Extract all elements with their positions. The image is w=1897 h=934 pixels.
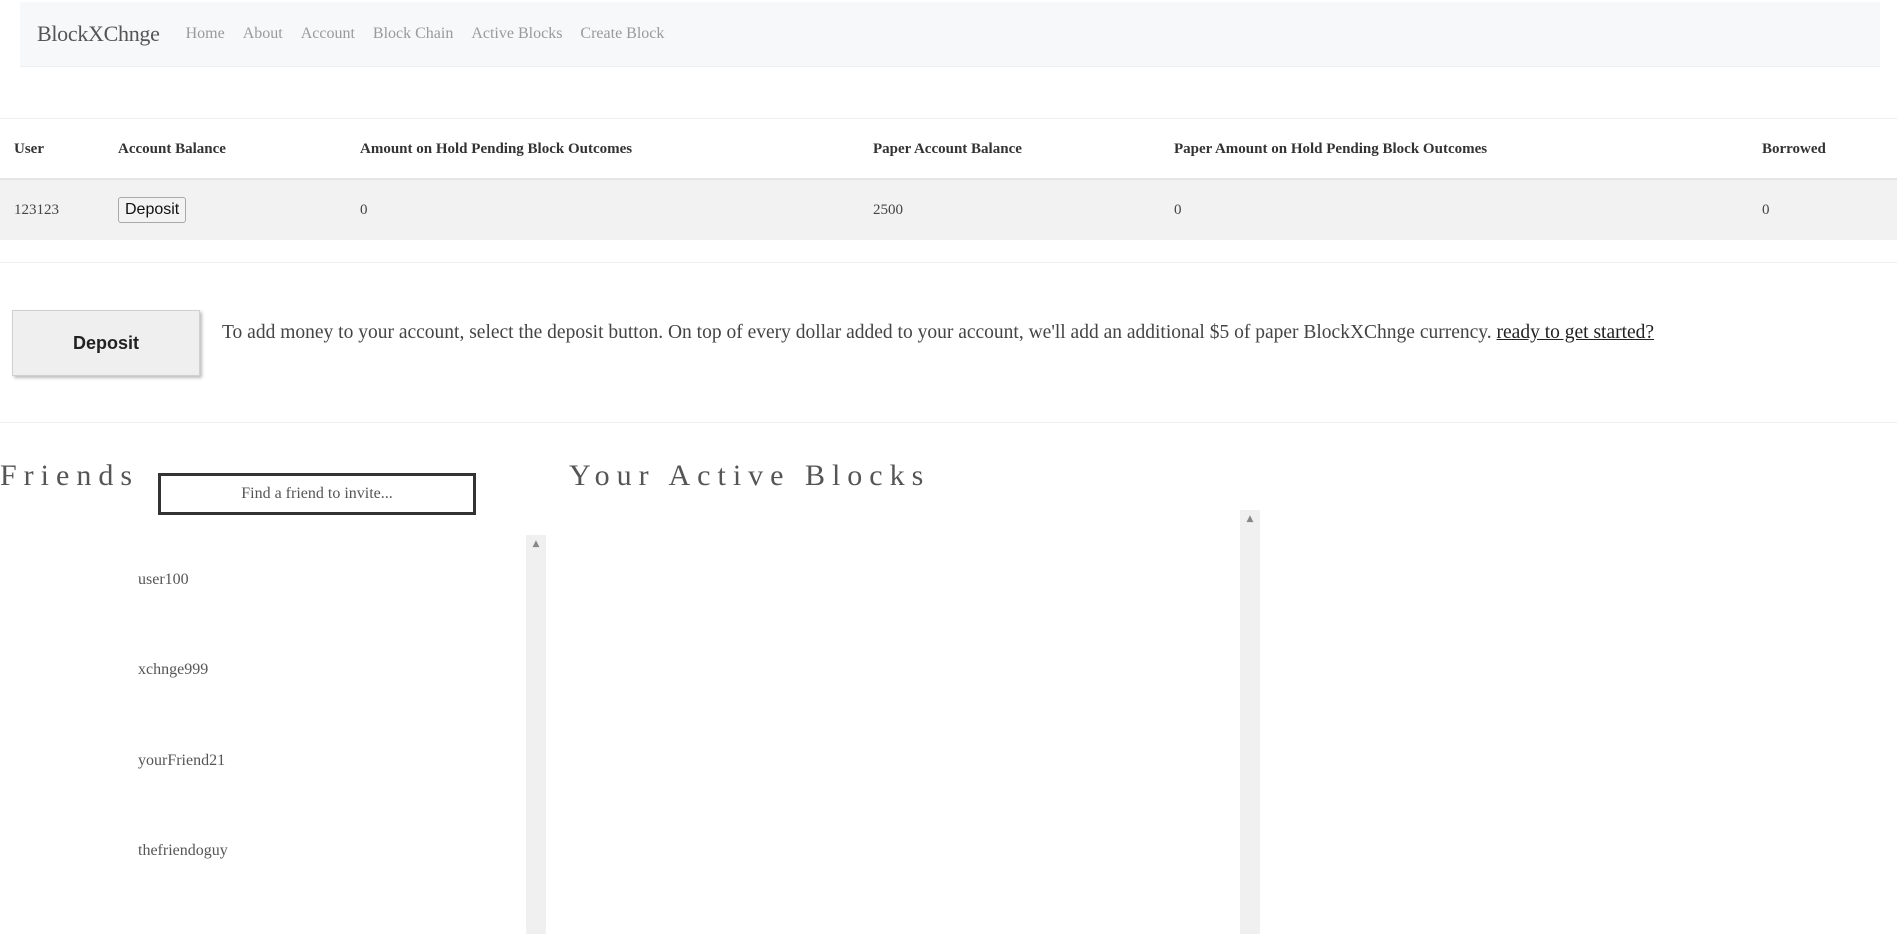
- brand-logo[interactable]: BlockXChnge: [37, 21, 160, 47]
- friends-title: Friends: [0, 459, 139, 492]
- header-amount-on-hold: Amount on Hold Pending Block Outcomes: [360, 140, 633, 157]
- friends-list: user100 xchnge999 yourFriend21 thefriend…: [0, 535, 546, 934]
- deposit-description: To add money to your account, select the…: [222, 322, 1654, 344]
- table-header-row: User Account Balance Amount on Hold Pend…: [0, 120, 1897, 179]
- cell-borrowed: 0: [1762, 178, 1897, 240]
- friends-scrollbar[interactable]: ▲: [526, 535, 546, 934]
- header-paper-balance: Paper Account Balance: [873, 140, 1022, 157]
- nav-link-about[interactable]: About: [243, 25, 283, 43]
- active-blocks-panel: ▲: [560, 510, 1260, 934]
- header-account-balance: Account Balance: [118, 140, 226, 157]
- nav-link-home[interactable]: Home: [186, 25, 225, 43]
- friend-item[interactable]: user100: [138, 571, 189, 589]
- nav-link-account[interactable]: Account: [301, 25, 355, 43]
- cell-paper-balance: 2500: [873, 178, 1174, 240]
- divider: [0, 262, 1897, 263]
- active-blocks-title: Your Active Blocks: [569, 459, 931, 492]
- scroll-up-arrow-icon[interactable]: ▲: [1240, 514, 1260, 524]
- cell-user: 123123: [0, 178, 118, 240]
- header-paper-on-hold: Paper Amount on Hold Pending Block Outco…: [1174, 140, 1488, 157]
- divider: [0, 422, 1897, 423]
- cell-amount-on-hold: 0: [360, 178, 873, 240]
- nav-link-create-block[interactable]: Create Block: [580, 25, 664, 43]
- header-user: User: [14, 140, 44, 157]
- table-row: 123123 Deposit 0 2500 0 0: [0, 178, 1897, 240]
- scroll-up-arrow-icon[interactable]: ▲: [526, 539, 546, 549]
- account-table: User Account Balance Amount on Hold Pend…: [0, 120, 1897, 240]
- navbar: BlockXChnge Home About Account Block Cha…: [20, 2, 1880, 67]
- friend-item[interactable]: yourFriend21: [138, 752, 225, 770]
- ready-to-get-started-link[interactable]: ready to get started?: [1497, 322, 1655, 343]
- nav-link-block-chain[interactable]: Block Chain: [373, 25, 453, 43]
- friend-item[interactable]: thefriendoguy: [138, 842, 228, 860]
- friend-search-input[interactable]: [158, 473, 476, 515]
- deposit-button[interactable]: Deposit: [12, 310, 200, 376]
- deposit-info-text: To add money to your account, select the…: [222, 322, 1492, 343]
- cell-account-balance: Deposit: [118, 178, 360, 240]
- nav-link-active-blocks[interactable]: Active Blocks: [471, 25, 562, 43]
- divider: [0, 118, 1897, 119]
- friend-item[interactable]: xchnge999: [138, 661, 208, 679]
- header-borrowed: Borrowed: [1762, 140, 1826, 157]
- cell-paper-on-hold: 0: [1174, 178, 1762, 240]
- table-deposit-button[interactable]: Deposit: [118, 197, 187, 223]
- blocks-scrollbar[interactable]: ▲: [1240, 510, 1260, 934]
